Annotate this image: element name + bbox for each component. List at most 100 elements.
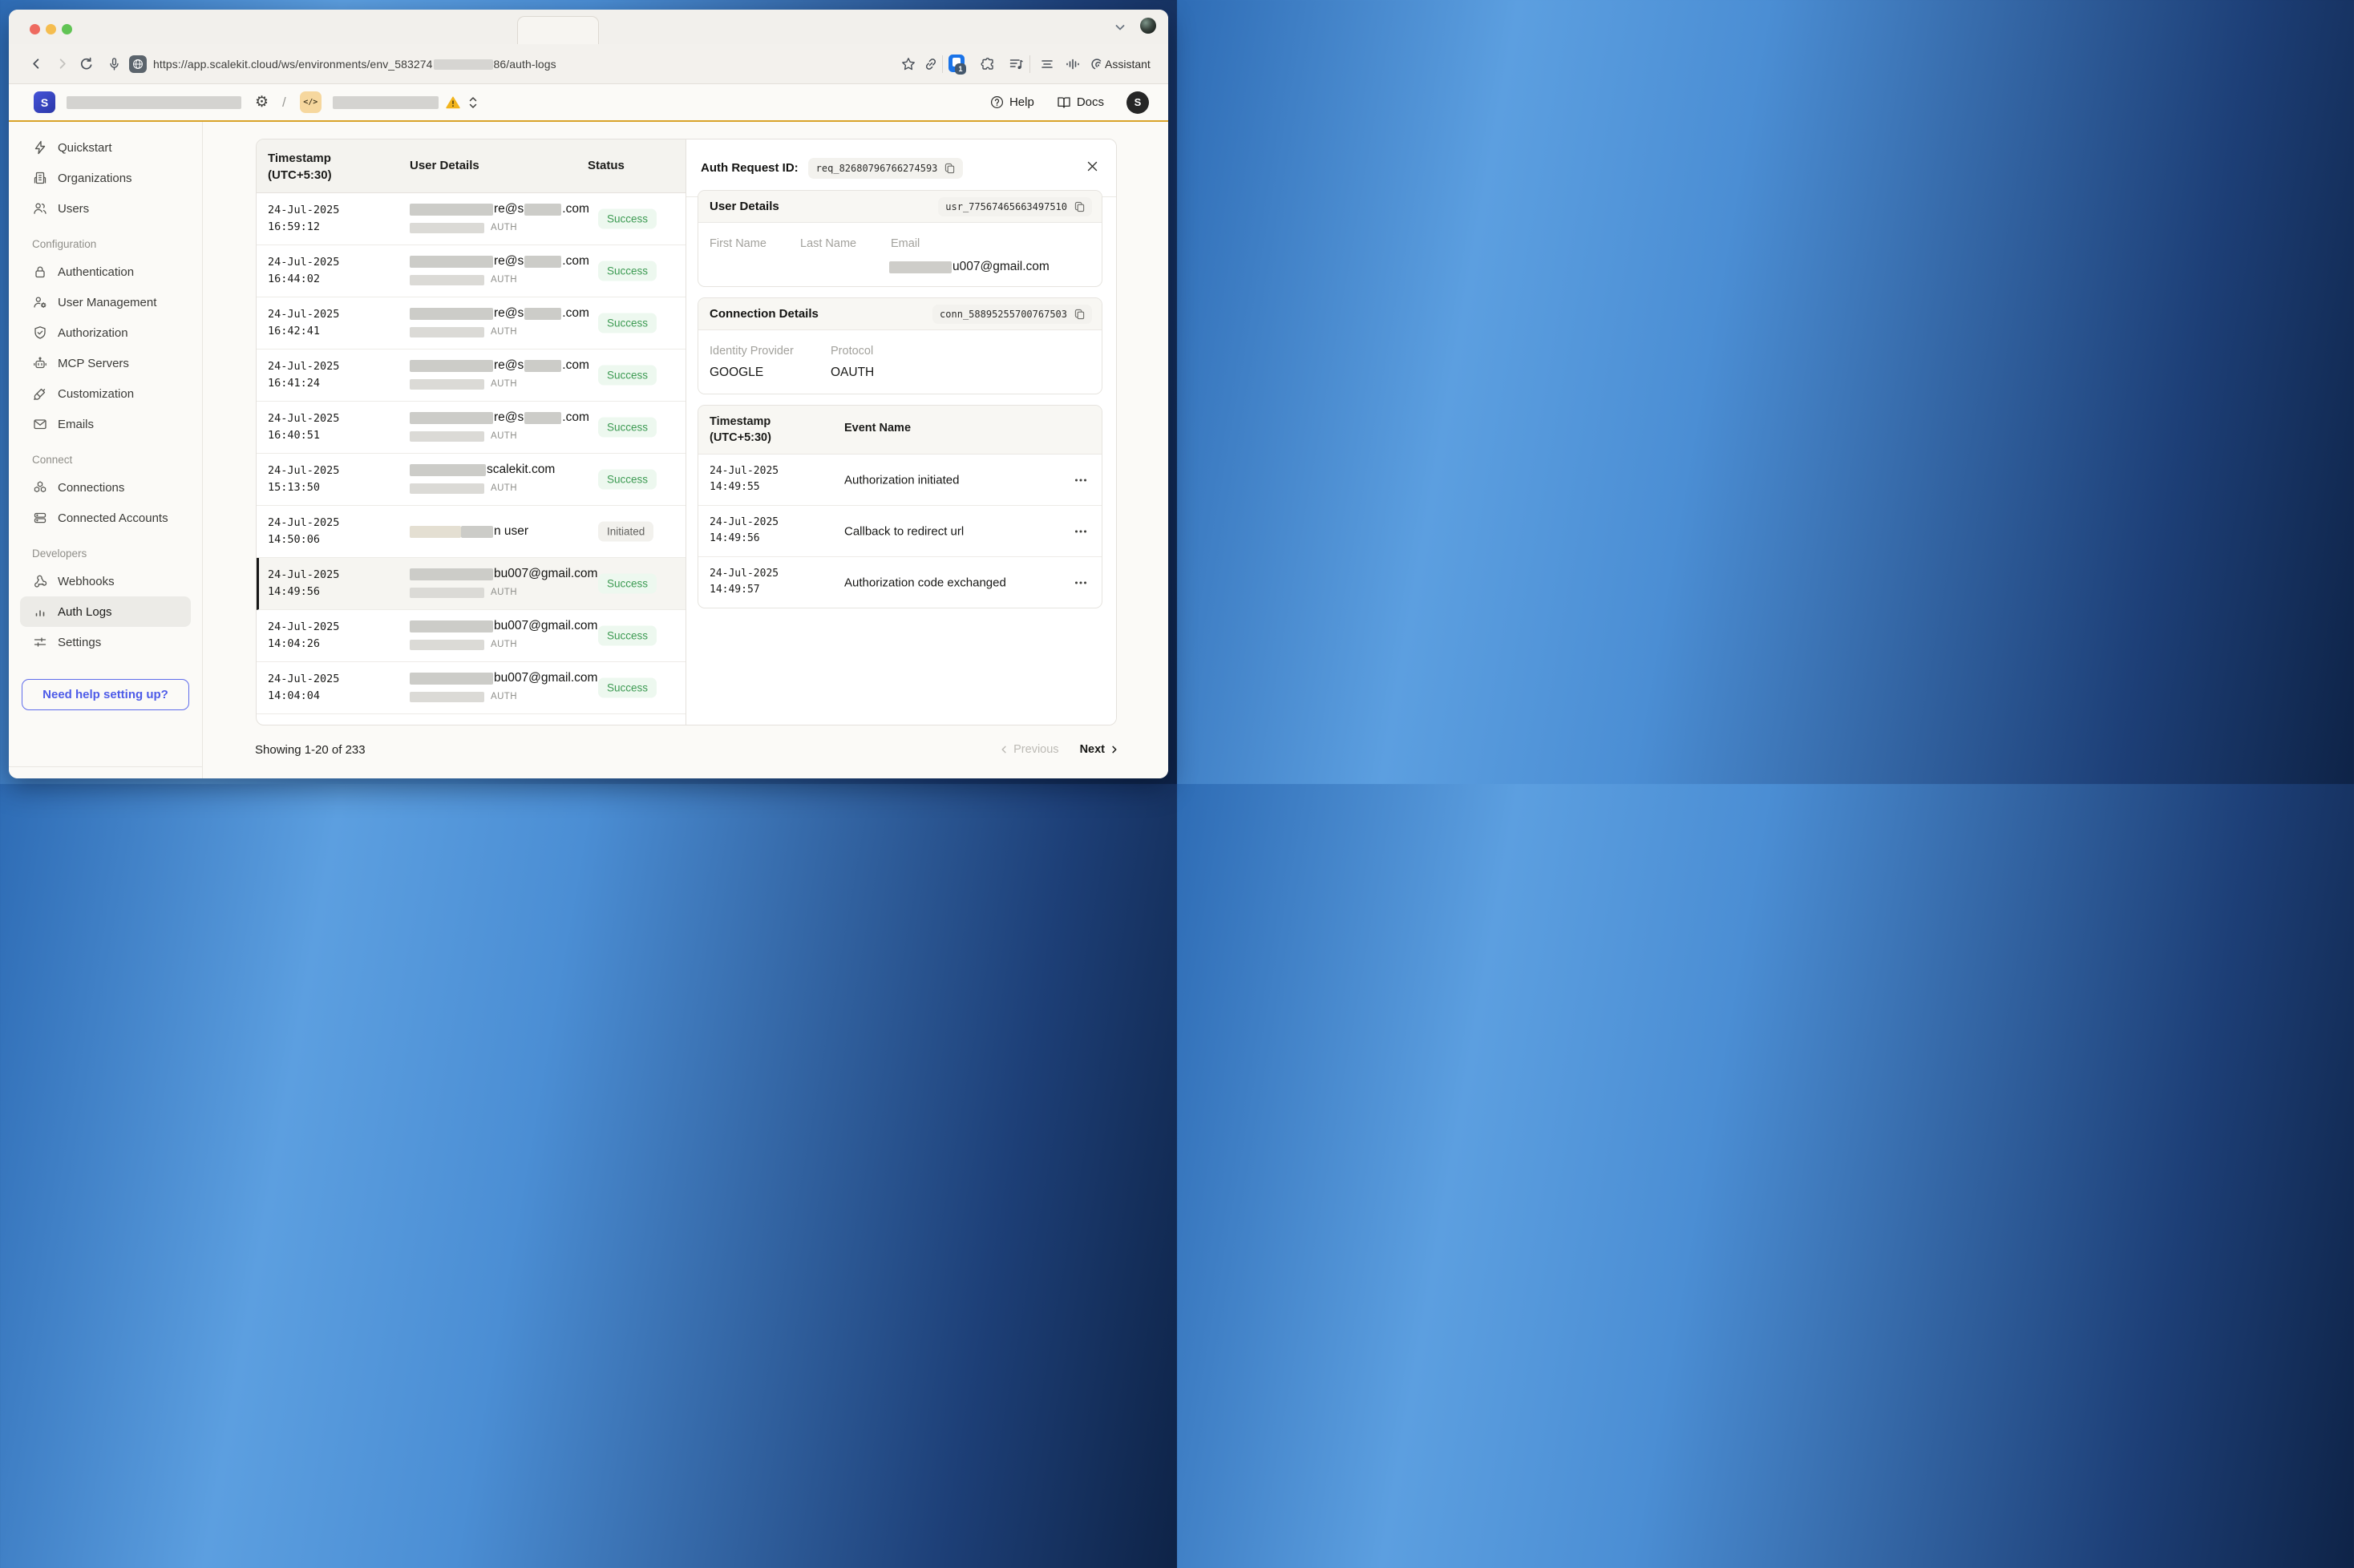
- breadcrumb-separator: /: [282, 95, 286, 111]
- sidebar-item-user-management[interactable]: User Management: [20, 287, 191, 317]
- password-badge-count: 1: [955, 63, 966, 75]
- sidebar-item-quickstart[interactable]: Quickstart: [20, 132, 191, 163]
- sidebar-item-organizations[interactable]: Organizations: [20, 163, 191, 193]
- workspace-name-redacted[interactable]: [67, 96, 241, 109]
- workspace-logo[interactable]: S: [34, 91, 55, 113]
- sidebar-item-emails[interactable]: Emails: [20, 409, 191, 439]
- lightning-icon: [32, 140, 47, 155]
- column-header-status: Status: [588, 159, 625, 172]
- sidebar-item-connected-accounts[interactable]: Connected Accounts: [20, 503, 191, 533]
- url-address[interactable]: https://app.scalekit.cloud/ws/environmen…: [153, 58, 556, 71]
- sidebar-item-label: Quickstart: [58, 141, 112, 155]
- sidebar-item-authentication[interactable]: Authentication: [20, 257, 191, 287]
- environment-warning-icon[interactable]: [446, 96, 460, 109]
- sidebar-item-mcp-servers[interactable]: MCP Servers: [20, 348, 191, 378]
- identity-provider-label: Identity Provider: [710, 345, 794, 358]
- sidebar-item-label: Organizations: [58, 172, 132, 185]
- assistant-icon[interactable]: [1090, 57, 1104, 71]
- copy-icon[interactable]: [1074, 309, 1085, 320]
- copy-link-icon[interactable]: [924, 57, 938, 71]
- sidebar-item-settings[interactable]: Settings: [20, 627, 191, 657]
- environment-code-icon[interactable]: </>: [300, 91, 322, 113]
- microphone-icon[interactable]: [107, 57, 121, 71]
- forward-button[interactable]: [55, 57, 69, 71]
- back-button[interactable]: [30, 57, 43, 71]
- users-icon: [32, 201, 47, 216]
- zoom-window-button[interactable]: [62, 24, 72, 34]
- sidebar-item-label: Customization: [58, 387, 134, 401]
- event-row[interactable]: 24-Jul-202514:49:55 Authorization initia…: [698, 455, 1102, 506]
- voice-waveform-icon[interactable]: [1065, 57, 1080, 71]
- copy-icon[interactable]: [1074, 201, 1085, 212]
- browser-titlebar: [9, 10, 1168, 44]
- sidebar-item-label: Authentication: [58, 265, 134, 279]
- sidebar-item-label: Settings: [58, 636, 101, 649]
- copy-icon[interactable]: [944, 163, 955, 174]
- url-prefix: https://app.scalekit.cloud/ws/environmen…: [153, 58, 433, 71]
- close-icon[interactable]: [1086, 160, 1098, 172]
- environment-switcher-chevrons-icon[interactable]: [468, 96, 478, 109]
- status-badge: Initiated: [598, 522, 653, 542]
- table-row[interactable]: 24-Jul-202516:42:41 re@s.com AUTH Succes…: [257, 297, 686, 350]
- user-avatar[interactable]: S: [1126, 91, 1149, 114]
- sidebar-item-label: MCP Servers: [58, 357, 129, 370]
- column-header-timestamp: Timestamp (UTC+5:30): [268, 150, 332, 184]
- table-header: Timestamp (UTC+5:30) User Details Status: [257, 139, 686, 193]
- assistant-label[interactable]: Assistant: [1105, 58, 1151, 71]
- sidebar-item-authorization[interactable]: Authorization: [20, 317, 191, 348]
- reload-button[interactable]: [79, 57, 94, 71]
- password-manager-icon[interactable]: 1: [948, 55, 965, 72]
- table-row[interactable]: 24-Jul-202516:40:51 re@s.com AUTH Succes…: [257, 402, 686, 454]
- table-row[interactable]: 24-Jul-202515:13:50 scalekit.com AUTH Su…: [257, 454, 686, 506]
- webhook-icon: [32, 574, 47, 588]
- close-window-button[interactable]: [30, 24, 40, 34]
- reader-menu-icon[interactable]: [1040, 57, 1054, 71]
- extensions-puzzle-icon[interactable]: [981, 57, 996, 72]
- app-header: S ⚙ / </> Help Docs S: [9, 84, 1168, 122]
- table-row-selected[interactable]: 24-Jul-202514:49:56 bu007@gmail.com AUTH…: [257, 558, 686, 610]
- help-button[interactable]: Help: [990, 95, 1034, 109]
- status-badge: Success: [598, 574, 657, 594]
- table-row[interactable]: 24-Jul-202514:04:26 bu007@gmail.com AUTH…: [257, 610, 686, 662]
- sidebar-item-webhooks[interactable]: Webhooks: [20, 566, 191, 596]
- minimize-window-button[interactable]: [46, 24, 56, 34]
- site-info-globe-icon[interactable]: [129, 55, 147, 73]
- lock-icon: [32, 265, 47, 279]
- table-row[interactable]: 24-Jul-202516:41:24 re@s.com AUTH Succes…: [257, 350, 686, 402]
- sidebar-item-auth-logs[interactable]: Auth Logs: [20, 596, 191, 627]
- cubes-icon: [32, 480, 47, 495]
- environment-name-redacted[interactable]: [333, 96, 439, 109]
- browser-profile-avatar[interactable]: [1140, 18, 1156, 34]
- chevron-down-icon[interactable]: [1114, 21, 1126, 34]
- docs-button[interactable]: Docs: [1057, 95, 1104, 109]
- next-page-button[interactable]: Next: [1080, 743, 1118, 756]
- identity-provider-value: GOOGLE: [710, 366, 763, 380]
- event-row[interactable]: 24-Jul-202514:49:57 Authorization code e…: [698, 557, 1102, 608]
- need-help-button[interactable]: Need help setting up?: [22, 679, 189, 710]
- table-row[interactable]: 24-Jul-202514:04:04 bu007@gmail.com AUTH…: [257, 662, 686, 714]
- events-card: Timestamp (UTC+5:30) Event Name 24-Jul-2…: [698, 405, 1102, 608]
- workspace-settings-gear-icon[interactable]: ⚙: [255, 95, 269, 110]
- bar-chart-icon: [32, 604, 47, 619]
- table-row[interactable]: 24-Jul-202516:59:12 re@s.com AUTH Succes…: [257, 193, 686, 245]
- bookmark-star-icon[interactable]: [901, 57, 916, 71]
- sidebar-item-customization[interactable]: Customization: [20, 378, 191, 409]
- event-menu-icon[interactable]: [1074, 530, 1087, 533]
- sidebar-item-users[interactable]: Users: [20, 193, 191, 224]
- browser-toolbar: https://app.scalekit.cloud/ws/environmen…: [9, 44, 1168, 84]
- sidebar-item-label: Users: [58, 202, 89, 216]
- browser-tab[interactable]: [517, 16, 599, 45]
- connection-details-title: Connection Details: [710, 307, 819, 321]
- sidebar-item-connections[interactable]: Connections: [20, 472, 191, 503]
- table-row[interactable]: 24-Jul-202516:44:02 re@s.com AUTH Succes…: [257, 245, 686, 297]
- robot-icon: [32, 356, 47, 370]
- previous-page-button[interactable]: Previous: [1000, 743, 1058, 756]
- event-menu-icon[interactable]: [1074, 479, 1087, 482]
- table-row[interactable]: 24-Jul-202514:50:06 n user Initiated: [257, 506, 686, 558]
- event-menu-icon[interactable]: [1074, 581, 1087, 584]
- playlist-icon[interactable]: [1009, 57, 1024, 71]
- auth-request-id-label: Auth Request ID:: [701, 161, 799, 175]
- event-row[interactable]: 24-Jul-202514:49:56 Callback to redirect…: [698, 506, 1102, 557]
- protocol-label: Protocol: [831, 345, 873, 358]
- docs-label: Docs: [1077, 95, 1104, 109]
